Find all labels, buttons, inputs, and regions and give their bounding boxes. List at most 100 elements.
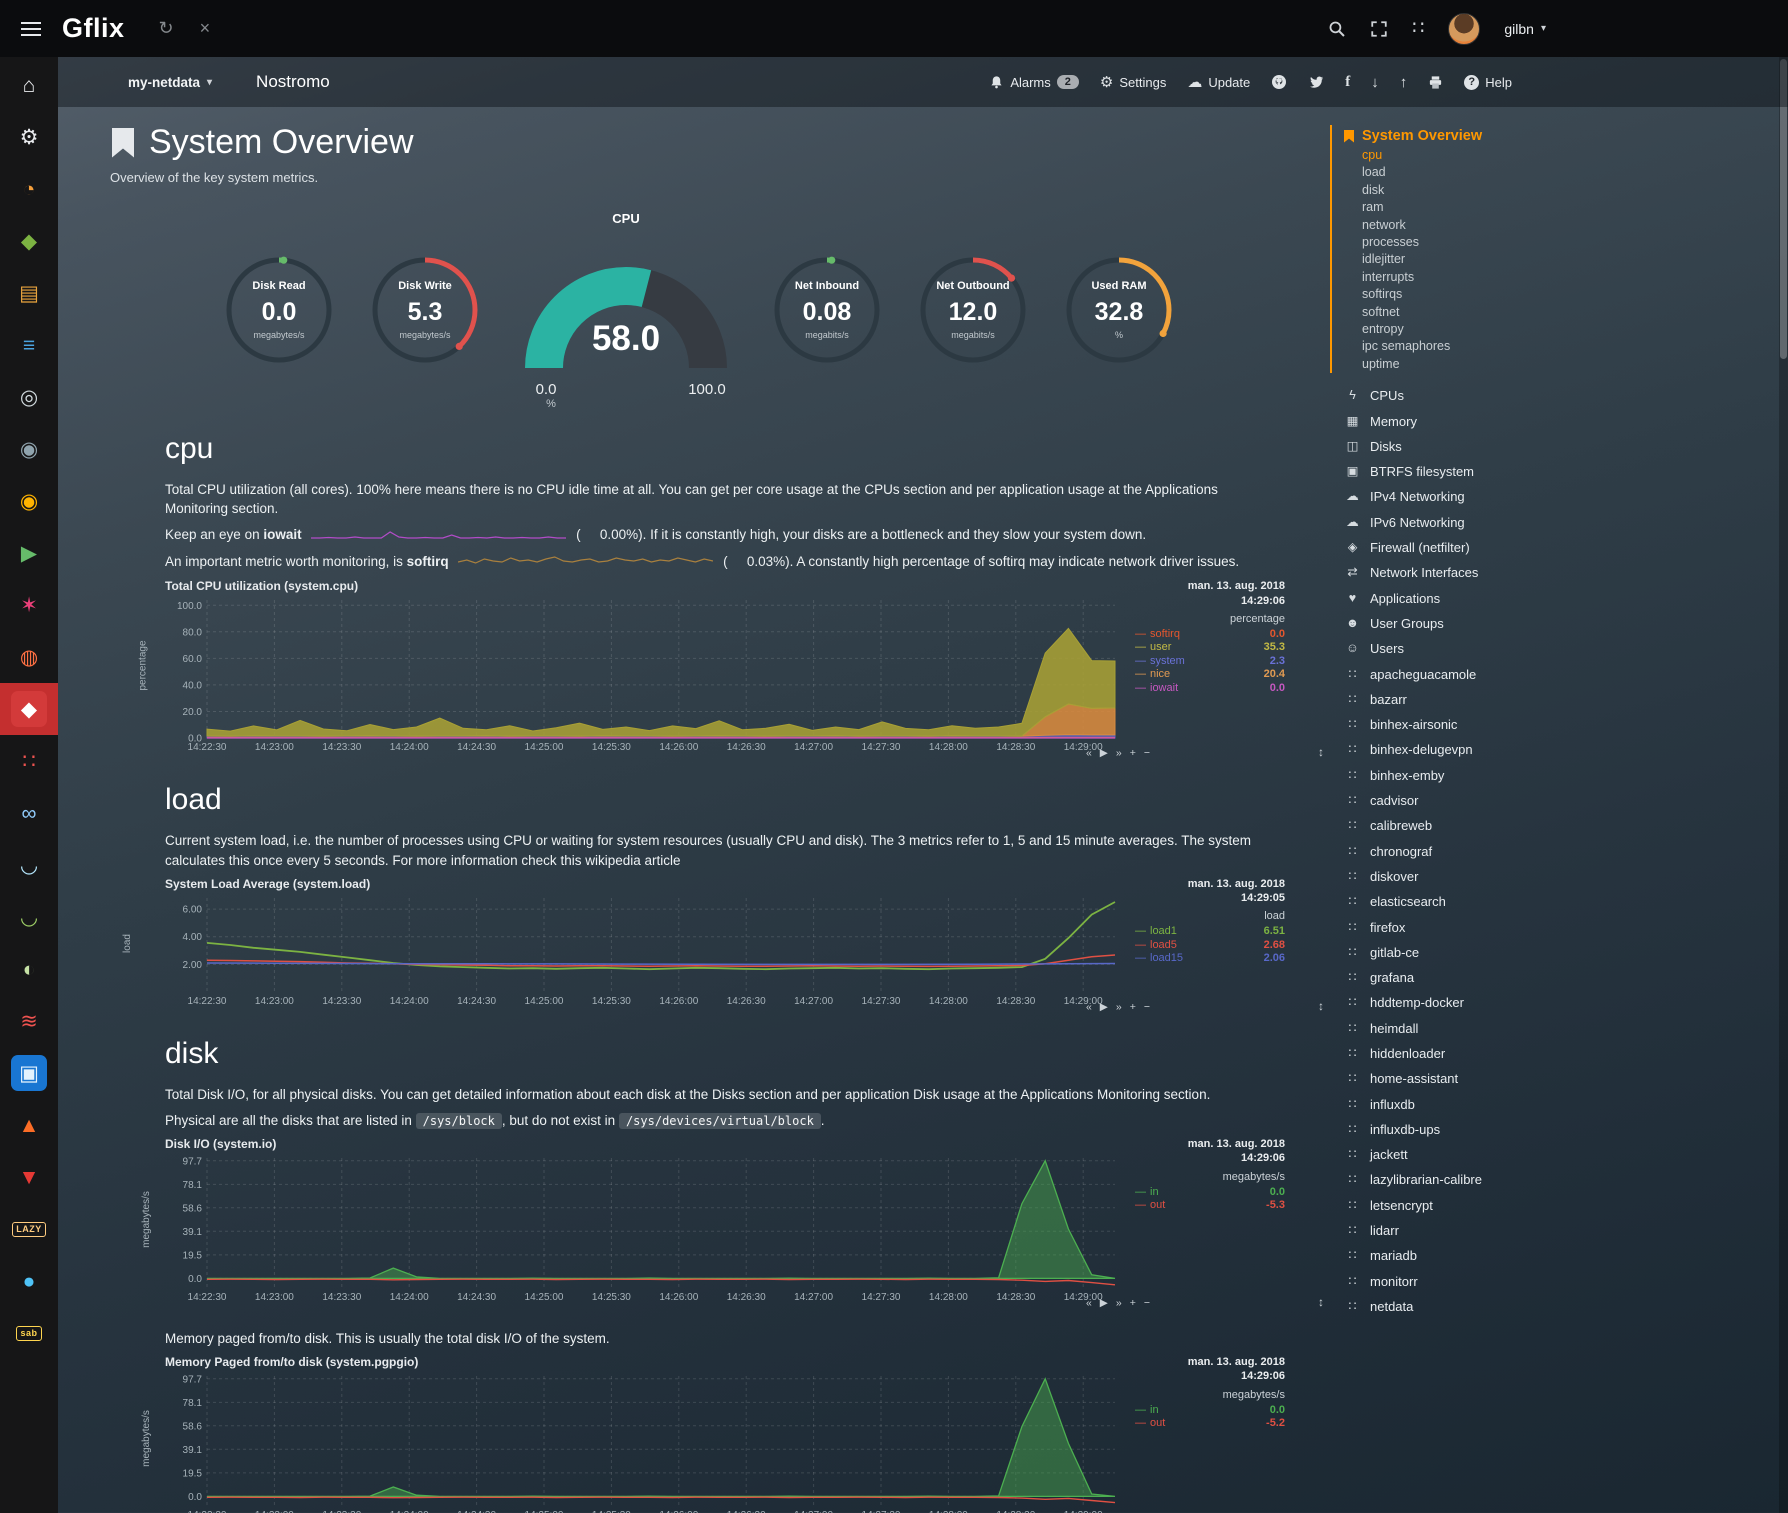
nav-item-disk[interactable]: disk (1344, 182, 1630, 199)
sidebar-app-app-green-diamond[interactable]: ◆ (0, 215, 58, 267)
sidebar-app-app-tangerine-disc[interactable]: ◍ (0, 631, 58, 683)
gauge-disk-write[interactable]: Disk Write5.3megabytes/s (365, 250, 485, 370)
play-icon[interactable]: ▶ (1100, 1001, 1108, 1013)
nav-app-binhex-delugevpn[interactable]: ∷binhex-delugevpn (1330, 737, 1630, 762)
pan-forward-icon[interactable]: » (1116, 1297, 1122, 1309)
sidebar-app-app-red-down[interactable]: ▼ (0, 1151, 58, 1203)
facebook-icon[interactable]: f (1345, 74, 1350, 91)
nav-section-btrfs-filesystem[interactable]: ▣BTRFS filesystem (1330, 459, 1630, 484)
user-menu[interactable]: gilbn ▾ (1504, 21, 1546, 37)
nav-section-disks[interactable]: ◫Disks (1330, 434, 1630, 459)
nav-app-diskover[interactable]: ∷diskover (1330, 864, 1630, 889)
gauge-cpu[interactable]: CPU58.00.0100.0% (511, 211, 741, 408)
legend-row-user[interactable]: —user35.3 (1135, 641, 1285, 655)
wikipedia-link[interactable]: this wikipedia article (560, 853, 680, 868)
nav-app-influxdb[interactable]: ∷influxdb (1330, 1092, 1630, 1117)
nav-app-binhex-airsonic[interactable]: ∷binhex-airsonic (1330, 712, 1630, 737)
zoom-out-icon[interactable]: − (1144, 747, 1150, 759)
gauge-net-inbound[interactable]: Net Inbound0.08megabits/s (767, 250, 887, 370)
sidebar-app-app-dark-disc[interactable]: ◉ (0, 423, 58, 475)
gauge-net-outbound[interactable]: Net Outbound12.0megabits/s (913, 250, 1033, 370)
nav-section-users[interactable]: ☺Users (1330, 636, 1630, 661)
alarms-button[interactable]: Alarms 2 (989, 75, 1079, 90)
server-dropdown[interactable]: my-netdata ▾ (128, 75, 212, 90)
nav-app-hddtemp-docker[interactable]: ∷hddtemp-docker (1330, 990, 1630, 1015)
sidebar-app-app-lazy[interactable]: LAZY (0, 1203, 58, 1255)
help-button[interactable]: ? Help (1464, 75, 1512, 90)
legend-row-load15[interactable]: —load152.06 (1135, 952, 1285, 966)
print-icon[interactable] (1428, 75, 1443, 90)
legend-row-iowait[interactable]: —iowait0.0 (1135, 682, 1285, 696)
nav-item-softnet[interactable]: softnet (1344, 304, 1630, 321)
pan-forward-icon[interactable]: » (1116, 1001, 1122, 1013)
nav-section-ipv4-networking[interactable]: ☁IPv4 Networking (1330, 484, 1630, 509)
resize-handle-icon[interactable]: ↕ (1318, 745, 1324, 759)
nav-app-binhex-emby[interactable]: ∷binhex-emby (1330, 763, 1630, 788)
nav-app-cadvisor[interactable]: ∷cadvisor (1330, 788, 1630, 813)
sidebar-app-app-red-shield[interactable]: ◆ (0, 683, 58, 735)
nav-app-letsencrypt[interactable]: ∷letsencrypt (1330, 1193, 1630, 1218)
nav-item-uptime[interactable]: uptime (1344, 356, 1630, 373)
legend-row-in[interactable]: —in0.0 (1135, 1404, 1285, 1418)
sidebar-app-app-cyan-u[interactable]: ◡ (0, 839, 58, 891)
nav-item-ipc-semaphores[interactable]: ipc semaphores (1344, 338, 1630, 355)
nav-app-lazylibrarian-calibre[interactable]: ∷lazylibrarian-calibre (1330, 1167, 1630, 1192)
update-button[interactable]: ☁ Update (1187, 73, 1250, 91)
chart-system-io[interactable]: megabytes/sDisk I/O (system.io)14:22:301… (165, 1137, 1328, 1309)
sidebar-app-app-red-dots[interactable]: ∷ (0, 735, 58, 787)
nav-app-jackett[interactable]: ∷jackett (1330, 1142, 1630, 1167)
sidebar-app-app-blue-drop[interactable]: ● (0, 1255, 58, 1307)
nav-app-bazarr[interactable]: ∷bazarr (1330, 687, 1630, 712)
pan-back-icon[interactable]: « (1086, 1297, 1092, 1309)
nav-app-chronograf[interactable]: ∷chronograf (1330, 839, 1630, 864)
sidebar-app-app-sab[interactable]: sab (0, 1307, 58, 1359)
nav-app-mariadb[interactable]: ∷mariadb (1330, 1243, 1630, 1268)
nav-app-home-assistant[interactable]: ∷home-assistant (1330, 1066, 1630, 1091)
legend-row-out[interactable]: —out-5.3 (1135, 1199, 1285, 1213)
nav-app-apacheguacamole[interactable]: ∷apacheguacamole (1330, 662, 1630, 687)
pan-back-icon[interactable]: « (1086, 1001, 1092, 1013)
nav-section-firewall-netfilter-[interactable]: ◈Firewall (netfilter) (1330, 535, 1630, 560)
play-icon[interactable]: ▶ (1100, 1297, 1108, 1309)
nav-item-load[interactable]: load (1344, 164, 1630, 181)
sidebar-app-app-green-play[interactable]: ▶ (0, 527, 58, 579)
upload-icon[interactable]: ↑ (1400, 74, 1408, 91)
legend-row-load1[interactable]: —load16.51 (1135, 925, 1285, 939)
nav-app-heimdall[interactable]: ∷heimdall (1330, 1016, 1630, 1041)
zoom-in-icon[interactable]: + (1130, 1297, 1136, 1309)
nav-item-cpu[interactable]: cpu (1344, 147, 1630, 164)
sidebar-app-app-green-u[interactable]: ◡ (0, 891, 58, 943)
nav-app-grafana[interactable]: ∷grafana (1330, 965, 1630, 990)
github-icon[interactable] (1271, 74, 1287, 90)
nav-section-cpus[interactable]: ϟCPUs (1330, 383, 1630, 408)
iowait-sparkline[interactable] (311, 528, 566, 543)
resize-handle-icon[interactable]: ↕ (1318, 1295, 1324, 1309)
sidebar-app-app-meter-bars[interactable]: ≋ (0, 995, 58, 1047)
scrollbar[interactable] (1779, 57, 1788, 1513)
nav-system-overview[interactable]: System Overview (1344, 125, 1630, 147)
download-icon[interactable]: ↓ (1371, 74, 1379, 91)
sidebar-app-app-lime-disc[interactable]: ◐ (0, 943, 58, 995)
chart-system-load[interactable]: loadSystem Load Average (system.load)14:… (165, 877, 1328, 1013)
play-icon[interactable]: ▶ (1100, 747, 1108, 759)
settings-button[interactable]: ⚙ Settings (1100, 73, 1166, 91)
sidebar-app-app-gitlab[interactable]: ▲ (0, 1099, 58, 1151)
nav-section-user-groups[interactable]: ☻User Groups (1330, 611, 1630, 636)
nav-section-applications[interactable]: ♥Applications (1330, 586, 1630, 611)
legend-row-system[interactable]: —system2.3 (1135, 655, 1285, 669)
refresh-icon[interactable]: ↻ (159, 18, 174, 39)
zoom-out-icon[interactable]: − (1144, 1297, 1150, 1309)
sidebar-app-app-crates[interactable]: ▤ (0, 267, 58, 319)
resize-handle-icon[interactable]: ↕ (1318, 999, 1324, 1013)
sidebar-app-app-pink-spark[interactable]: ✶ (0, 579, 58, 631)
close-tab-icon[interactable]: × (200, 18, 211, 39)
nav-app-influxdb-ups[interactable]: ∷influxdb-ups (1330, 1117, 1630, 1142)
sidebar-app-app-orange-disc[interactable]: ◔ (0, 163, 58, 215)
search-icon[interactable] (1328, 20, 1346, 38)
sidebar-app-home[interactable]: ⌂ (0, 59, 58, 111)
legend-row-softirq[interactable]: —softirq0.0 (1135, 628, 1285, 642)
nav-item-network[interactable]: network (1344, 217, 1630, 234)
nav-app-lidarr[interactable]: ∷lidarr (1330, 1218, 1630, 1243)
sidebar-app-settings[interactable]: ⚙ (0, 111, 58, 163)
nav-app-firefox[interactable]: ∷firefox (1330, 915, 1630, 940)
